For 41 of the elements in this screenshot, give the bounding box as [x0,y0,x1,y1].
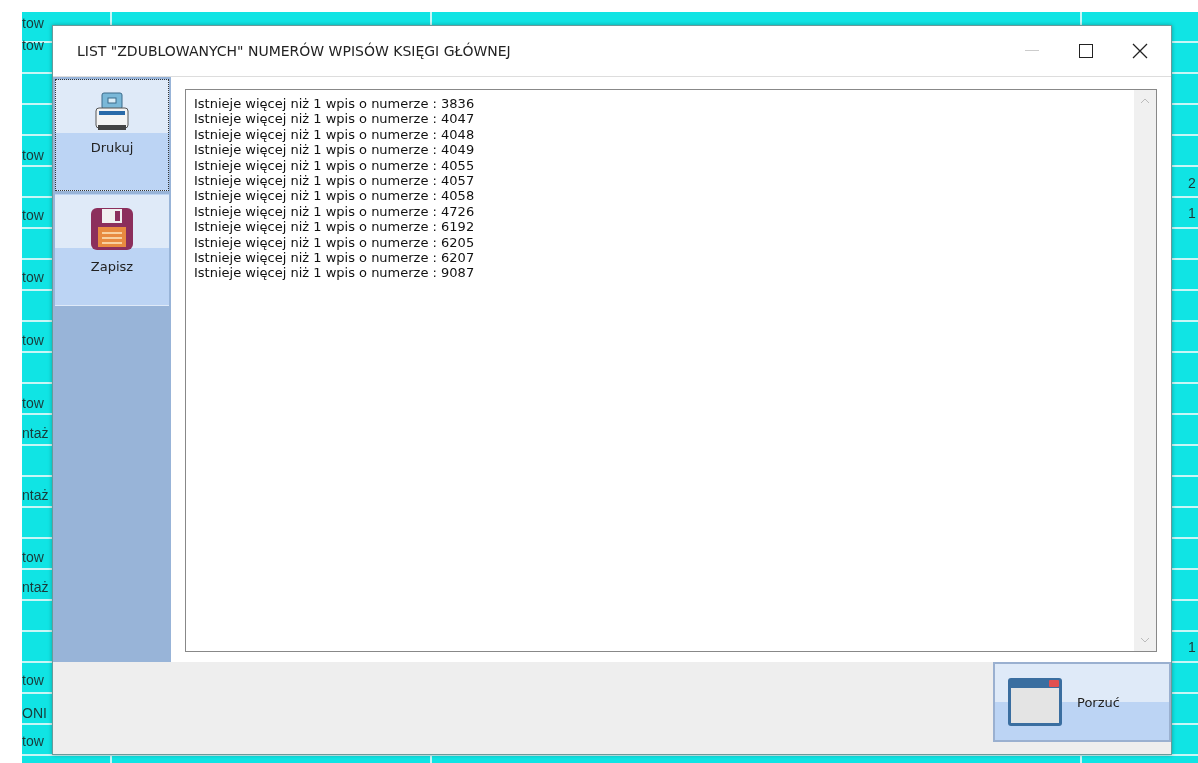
background-table-text: tow [22,14,44,32]
close-icon [1132,43,1148,59]
window-title: LIST "ZDUBLOWANYCH" NUMERÓW WPISÓW KSIĘGI GŁÓWNEJ [77,43,512,59]
text-line: Istnieje więcej niż 1 wpis o numerze : 6192 [194,219,476,235]
background-table-text: ntaż [22,578,49,596]
background-table-text: ONI [22,704,47,722]
text-line: Istnieje więcej niż 1 wpis o numerze : 4049 [194,142,476,158]
text-line: Istnieje więcej niż 1 wpis o numerze : 6207 [194,250,476,266]
background-table-text: ntaż [22,486,49,504]
background-table-text: 2 [1188,174,1196,192]
text-line: Istnieje więcej niż 1 wpis o numerze : 9087 [194,265,476,281]
text-line: Istnieje więcej niż 1 wpis o numerze : 4055 [194,157,476,174]
text-line: Istnieje więcej niż 1 wpis o numerze : 4058 [194,188,476,204]
printer-icon [94,92,130,132]
background-table-text: tow [22,548,44,566]
background-table-text: 1 [1188,638,1196,656]
text-line: Istnieje więcej niż 1 wpis o numerze : 6205 [194,234,476,251]
maximize-icon [1079,44,1093,58]
background-table-text: tow [22,268,44,286]
background-table-text: tow [22,671,44,689]
background-table-text: tow [22,146,44,164]
background-table-text: tow [22,394,44,412]
minimize-icon [1025,50,1039,52]
scrollbar[interactable] [1134,90,1156,651]
text-area[interactable] [185,89,1157,652]
background-table-text: ntaż [22,424,49,442]
window-close-icon [1007,677,1063,727]
discard-button[interactable]: Porzuć [993,662,1171,742]
scroll-up-icon[interactable] [1140,98,1150,104]
sidebar-button[interactable]: Drukuj [55,79,169,191]
text-line: Istnieje więcej niż 1 wpis o numerze : 3836 [194,96,476,112]
text-line: Istnieje więcej niż 1 wpis o numerze : 4726 [194,203,476,220]
background-table-text: tow [22,331,44,349]
text-line: Istnieje więcej niż 1 wpis o numerze : 4048 [194,126,476,143]
text-line: Istnieje więcej niż 1 wpis o numerze : 4047 [194,111,476,127]
background-table-text: tow [22,206,44,224]
text-line: Istnieje więcej niż 1 wpis o numerze : 4057 [194,173,476,189]
scroll-down-icon[interactable] [1140,637,1150,643]
background-table-text: 1 [1188,204,1196,222]
sidebar-button[interactable]: Zapisz [55,194,169,306]
background-table-text: tow [22,732,44,750]
